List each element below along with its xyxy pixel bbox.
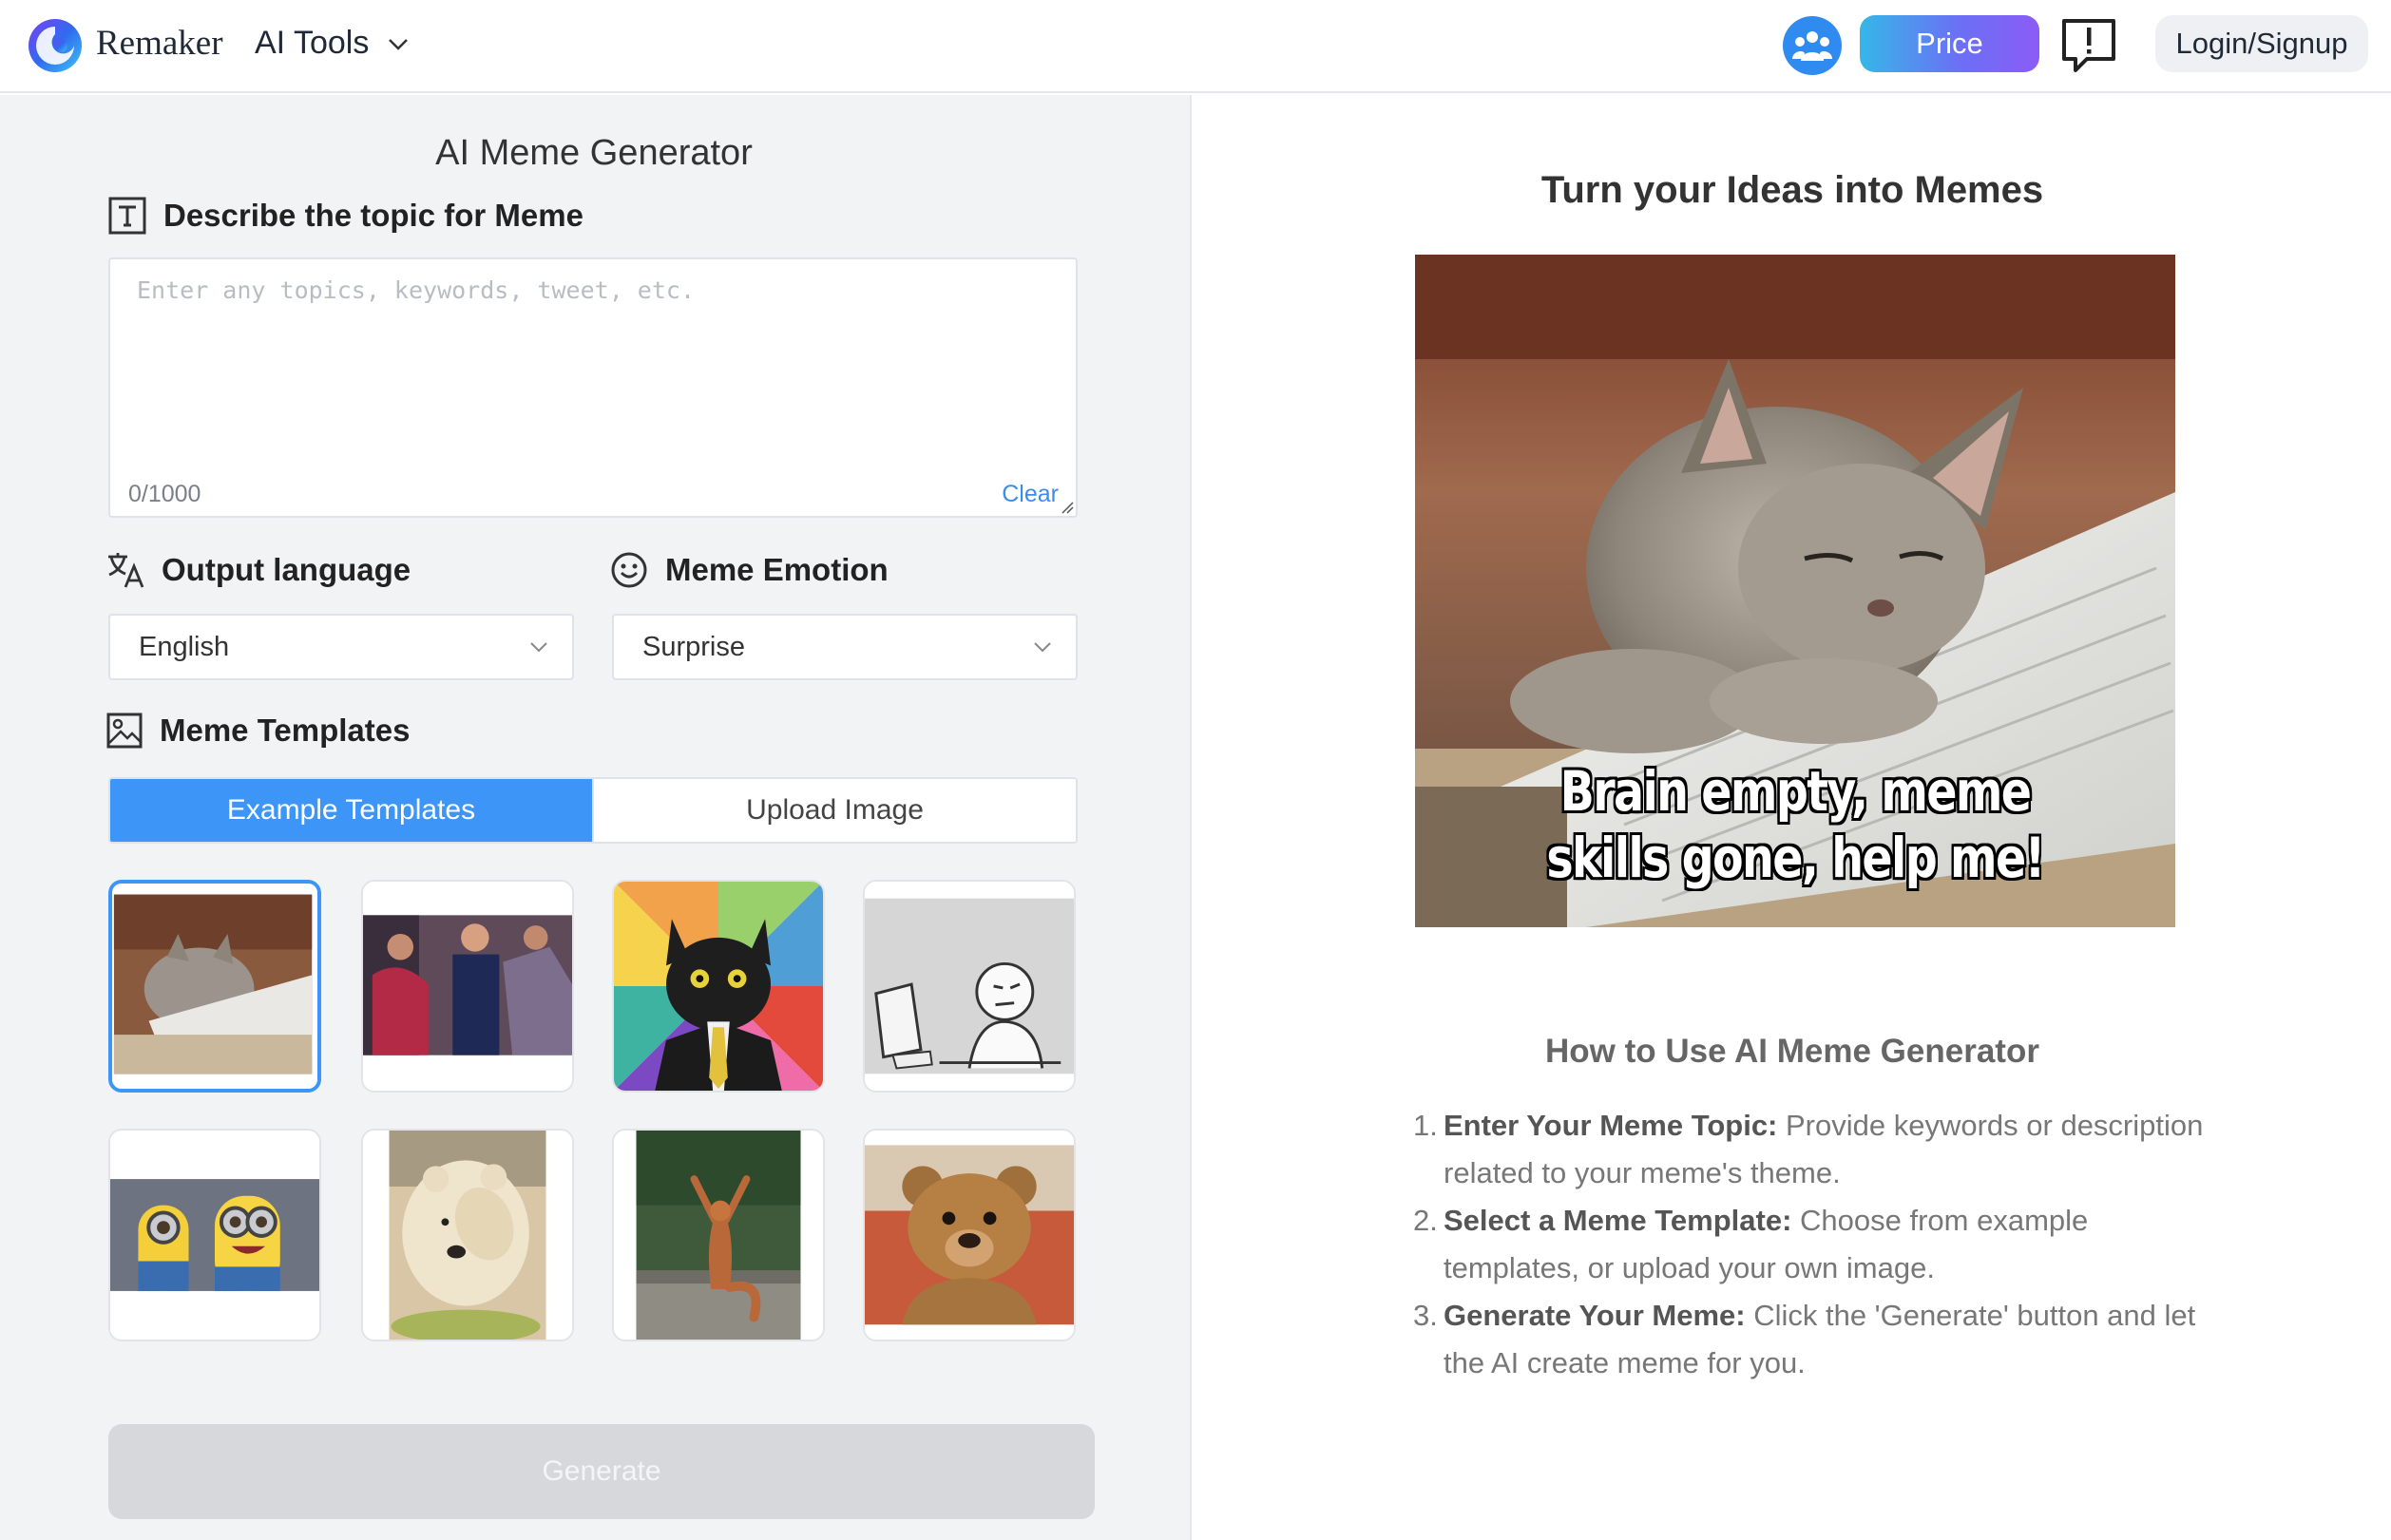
meme-caption-line-2: skills gone, help me! [1546, 826, 2045, 890]
chevron-down-icon [1034, 642, 1051, 653]
computer-guy-thumbnail [865, 882, 1074, 1091]
brand-name[interactable]: Remaker [96, 23, 223, 64]
top-header: Remaker AI Tools Price Login/Signup [0, 0, 2391, 93]
remaker-logo-icon[interactable] [27, 17, 84, 74]
facepalm-bear-thumbnail [363, 1131, 572, 1340]
howto-step: 3. Generate Your Meme: Click the 'Genera… [1413, 1292, 2230, 1387]
community-icon [1792, 31, 1832, 61]
howto-title: How to Use AI Meme Generator [1545, 1033, 2039, 1070]
resize-handle-icon[interactable] [1061, 501, 1074, 514]
template-facepalm-bear[interactable] [361, 1129, 574, 1341]
text-icon [108, 197, 146, 235]
meme-caption-line-1: Brain empty, meme [1559, 759, 2032, 824]
generator-panel: AI Meme Generator Describe the topic for… [0, 95, 1192, 1540]
preview-title: Turn your Ideas into Memes [1540, 169, 2044, 211]
emotion-select-value: Surprise [642, 631, 745, 662]
howto-steps: 1. Enter Your Meme Topic: Provide keywor… [1413, 1102, 2230, 1387]
minions-thumbnail [110, 1131, 319, 1340]
language-heading: Output language [106, 551, 411, 589]
ai-tools-menu[interactable]: AI Tools [255, 25, 411, 62]
generate-button[interactable]: Generate [108, 1424, 1095, 1519]
feedback-icon[interactable] [2058, 15, 2119, 76]
template-minions[interactable] [108, 1129, 321, 1341]
emotion-heading: Meme Emotion [610, 551, 889, 589]
ai-tools-label: AI Tools [255, 25, 370, 61]
templates-heading: Meme Templates [106, 713, 410, 749]
community-button[interactable] [1783, 16, 1842, 75]
language-heading-label: Output language [162, 552, 411, 587]
template-source-tabs: Example Templates Upload Image [108, 777, 1078, 844]
topic-heading-label: Describe the topic for Meme [163, 198, 583, 233]
ted-bear-thumbnail [865, 1131, 1074, 1340]
templates-heading-label: Meme Templates [160, 713, 411, 748]
page-title: AI Meme Generator [435, 133, 753, 173]
emotion-heading-label: Meme Emotion [665, 552, 889, 587]
step-title: Select a Meme Template: [1444, 1204, 1792, 1237]
step-title: Generate Your Meme: [1444, 1299, 1746, 1332]
business-cat-thumbnail [614, 882, 823, 1091]
tab-example-templates[interactable]: Example Templates [110, 779, 592, 842]
template-computer-guy[interactable] [863, 880, 1076, 1093]
login-signup-button[interactable]: Login/Signup [2155, 15, 2368, 72]
chevron-down-icon [389, 38, 409, 50]
chevron-down-icon [530, 642, 547, 653]
step-title: Enter Your Meme Topic: [1444, 1109, 1778, 1142]
language-select[interactable]: English [108, 614, 574, 680]
topic-textarea-box: 0/1000 Clear [108, 257, 1078, 518]
step-number: 2. [1413, 1204, 1438, 1237]
template-ted-bear[interactable] [863, 1129, 1076, 1341]
crowd-man-thumbnail [363, 882, 572, 1091]
howto-step: 2. Select a Meme Template: Choose from e… [1413, 1197, 2230, 1292]
step-number: 3. [1413, 1299, 1438, 1332]
template-sleepy-kitten[interactable] [108, 880, 321, 1093]
language-select-value: English [139, 631, 230, 662]
smiley-icon [611, 552, 647, 588]
template-business-cat[interactable] [612, 880, 825, 1093]
template-crowd-man[interactable] [361, 880, 574, 1093]
clear-button[interactable]: Clear [1002, 481, 1059, 508]
cheering-squirrel-thumbnail [614, 1131, 823, 1340]
meme-caption: Brain empty, meme skills gone, help me! [1483, 758, 2107, 891]
price-button[interactable]: Price [1860, 15, 2039, 72]
char-counter: 0/1000 [128, 481, 201, 507]
topic-input[interactable] [110, 259, 1076, 468]
template-cheering-squirrel[interactable] [612, 1129, 825, 1341]
howto-step: 1. Enter Your Meme Topic: Provide keywor… [1413, 1102, 2230, 1197]
image-icon [106, 713, 143, 749]
tab-upload-image[interactable]: Upload Image [592, 779, 1076, 842]
topic-heading: Describe the topic for Meme [108, 197, 583, 235]
step-number: 1. [1413, 1109, 1438, 1142]
translate-icon [108, 553, 144, 588]
sleepy-kitten-thumbnail [112, 884, 317, 1089]
emotion-select[interactable]: Surprise [612, 614, 1078, 680]
